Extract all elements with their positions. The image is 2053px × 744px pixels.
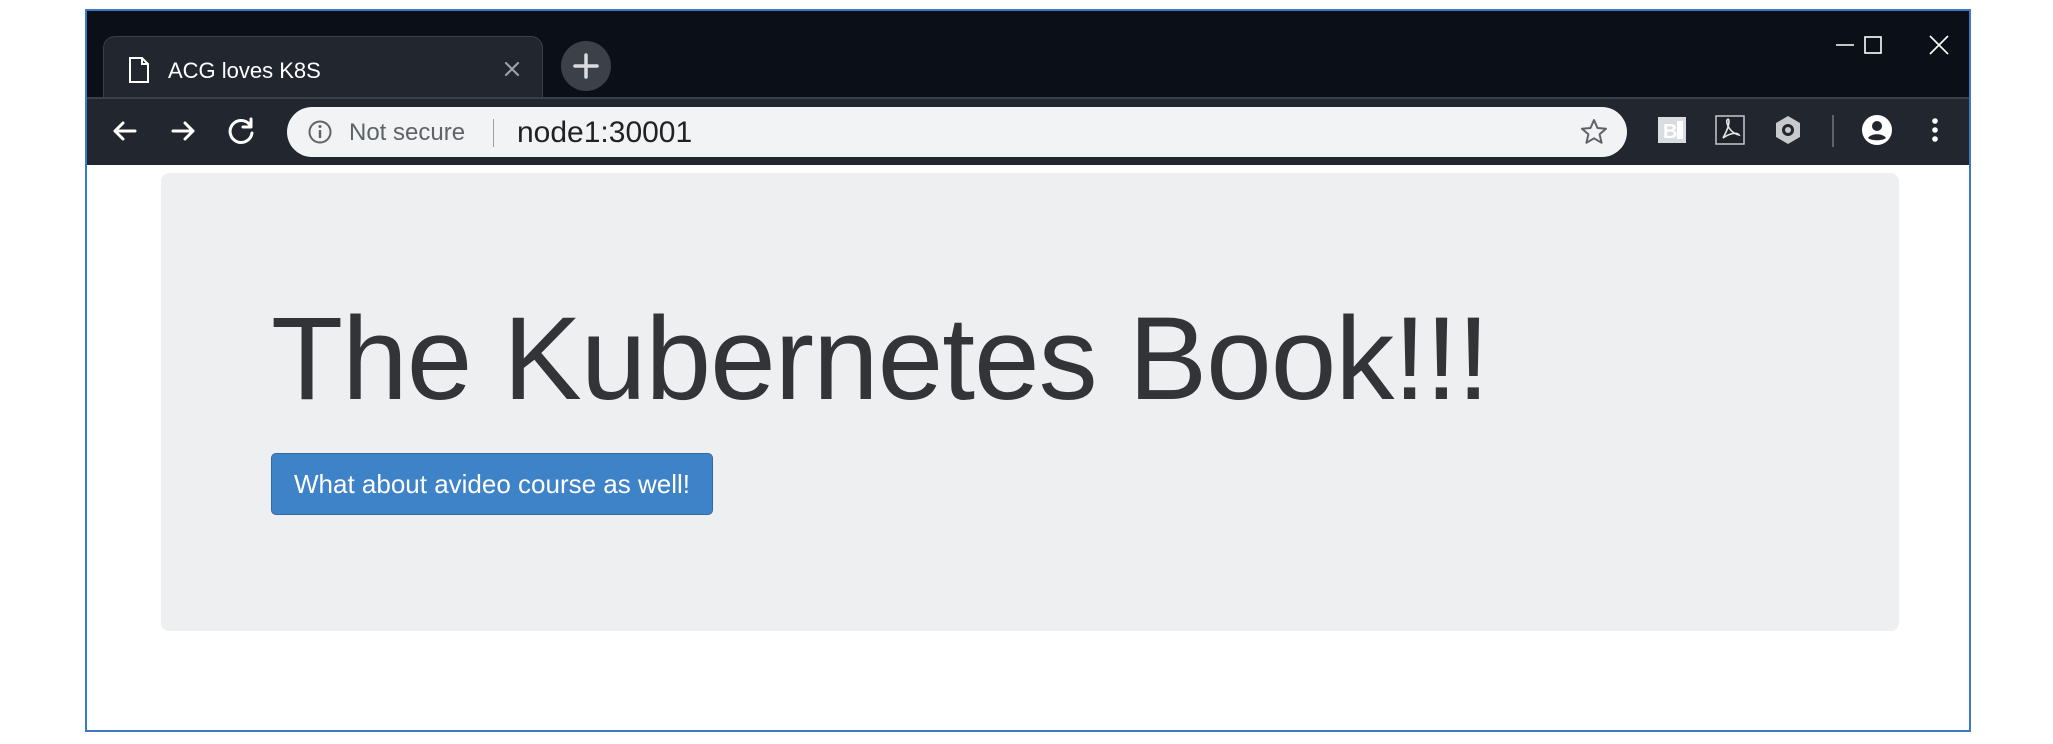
plus-icon xyxy=(573,53,599,79)
new-tab-button[interactable] xyxy=(561,41,611,91)
close-window-icon[interactable] xyxy=(1919,25,1959,65)
kebab-menu-icon[interactable] xyxy=(1918,113,1952,147)
jumbotron: The Kubernetes Book!!! What about avideo… xyxy=(161,173,1899,631)
tab-title: ACG loves K8S xyxy=(168,58,321,83)
reader-extension-icon[interactable]: B xyxy=(1655,113,1689,147)
tab-strip: ACG loves K8S xyxy=(87,11,1969,106)
svg-text:B: B xyxy=(1663,121,1677,143)
url-text[interactable]: node1:30001 xyxy=(517,116,692,150)
page-heading: The Kubernetes Book!!! xyxy=(271,293,1490,425)
account-icon[interactable] xyxy=(1860,113,1894,147)
browser-toolbar: Not secure node1:30001 B xyxy=(87,97,1969,165)
page-viewport: The Kubernetes Book!!! What about avideo… xyxy=(87,165,1969,730)
info-icon[interactable] xyxy=(307,119,333,145)
security-status[interactable]: Not secure xyxy=(349,119,465,147)
reload-icon[interactable] xyxy=(221,111,261,151)
star-icon[interactable] xyxy=(1579,117,1609,147)
browser-tab[interactable]: ACG loves K8S xyxy=(103,36,543,106)
address-bar-divider xyxy=(493,119,494,147)
video-course-button[interactable]: What about avideo course as well! xyxy=(271,453,713,515)
hexagon-extension-icon[interactable] xyxy=(1771,113,1805,147)
maximize-icon[interactable] xyxy=(1853,25,1893,65)
document-icon xyxy=(129,57,149,83)
toolbar-divider xyxy=(1832,115,1834,147)
address-bar[interactable]: Not secure node1:30001 xyxy=(287,107,1627,157)
pdf-extension-icon[interactable] xyxy=(1713,113,1747,147)
browser-window: ACG loves K8S Not secure node1:30001 B T… xyxy=(85,9,1971,732)
arrow-right-icon[interactable] xyxy=(163,111,203,151)
close-tab-icon[interactable] xyxy=(500,57,524,81)
arrow-left-icon[interactable] xyxy=(105,111,145,151)
